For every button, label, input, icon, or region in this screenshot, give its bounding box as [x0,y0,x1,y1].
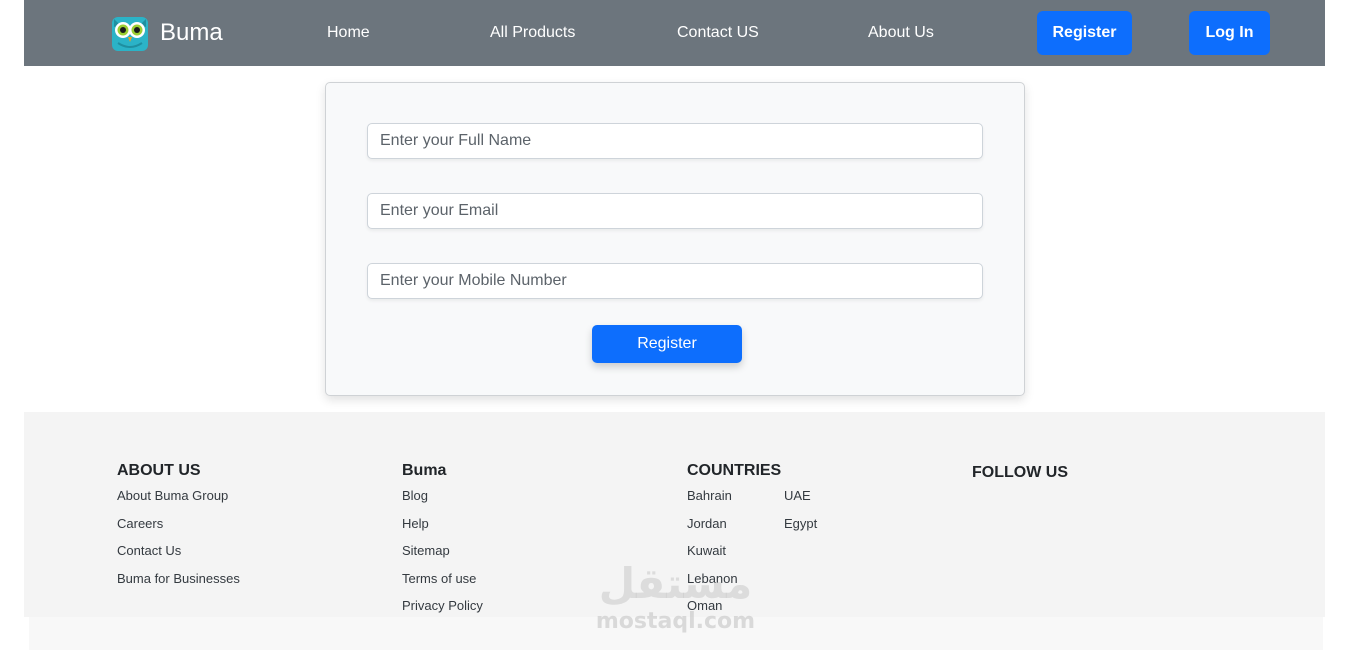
register-submit-button[interactable]: Register [592,325,742,363]
country-link-uae[interactable]: UAE [784,488,881,503]
nav-link-about-us[interactable]: About Us [868,23,934,43]
brand-name: Buma [160,19,223,46]
mobile-number-input[interactable] [367,263,983,299]
footer-buma-column: Buma Blog Help Sitemap Terms of use Priv… [402,462,483,626]
footer-link-careers[interactable]: Careers [117,516,240,531]
countries-list: Bahrain Jordan Kuwait Lebanon Oman UAE E… [687,488,881,626]
footer-link-sitemap[interactable]: Sitemap [402,543,483,558]
footer-link-terms-of-use[interactable]: Terms of use [402,571,483,586]
top-navbar: Buma Home All Products Contact US About … [24,0,1325,66]
footer-bottom-strip [29,617,1323,650]
footer-link-contact-us[interactable]: Contact Us [117,543,240,558]
footer-follow-title: FOLLOW US [972,464,1068,481]
footer-follow-column: FOLLOW US [972,464,1068,490]
footer-about-column: ABOUT US About Buma Group Careers Contac… [117,462,240,598]
nav-login-button[interactable]: Log In [1189,11,1270,55]
email-input[interactable] [367,193,983,229]
footer-countries-title: COUNTRIES [687,462,782,479]
footer-about-title: ABOUT US [117,462,201,479]
countries-list-col-2: UAE Egypt [784,488,881,626]
country-link-lebanon[interactable]: Lebanon [687,571,784,586]
footer-link-about-buma-group[interactable]: About Buma Group [117,488,240,503]
owl-logo-icon [112,17,148,51]
registration-form-card: Register [325,82,1025,396]
country-link-bahrain[interactable]: Bahrain [687,488,784,503]
nav-link-home[interactable]: Home [327,23,370,43]
country-link-jordan[interactable]: Jordan [687,516,784,531]
nav-link-contact-us[interactable]: Contact US [677,23,759,43]
brand-logo-link[interactable]: Buma [110,13,223,53]
footer-link-privacy-policy[interactable]: Privacy Policy [402,598,483,613]
country-link-kuwait[interactable]: Kuwait [687,543,784,558]
footer-link-blog[interactable]: Blog [402,488,483,503]
footer-countries-column: COUNTRIES Bahrain Jordan Kuwait Lebanon … [687,462,881,626]
footer-buma-title: Buma [402,462,447,479]
footer-link-buma-for-businesses[interactable]: Buma for Businesses [117,571,240,586]
nav-link-all-products[interactable]: All Products [490,23,575,43]
footer: ABOUT US About Buma Group Careers Contac… [24,412,1325,617]
footer-link-help[interactable]: Help [402,516,483,531]
country-link-egypt[interactable]: Egypt [784,516,881,531]
country-link-oman[interactable]: Oman [687,598,784,613]
full-name-input[interactable] [367,123,983,159]
nav-register-button[interactable]: Register [1037,11,1132,55]
countries-list-col-1: Bahrain Jordan Kuwait Lebanon Oman [687,488,784,626]
